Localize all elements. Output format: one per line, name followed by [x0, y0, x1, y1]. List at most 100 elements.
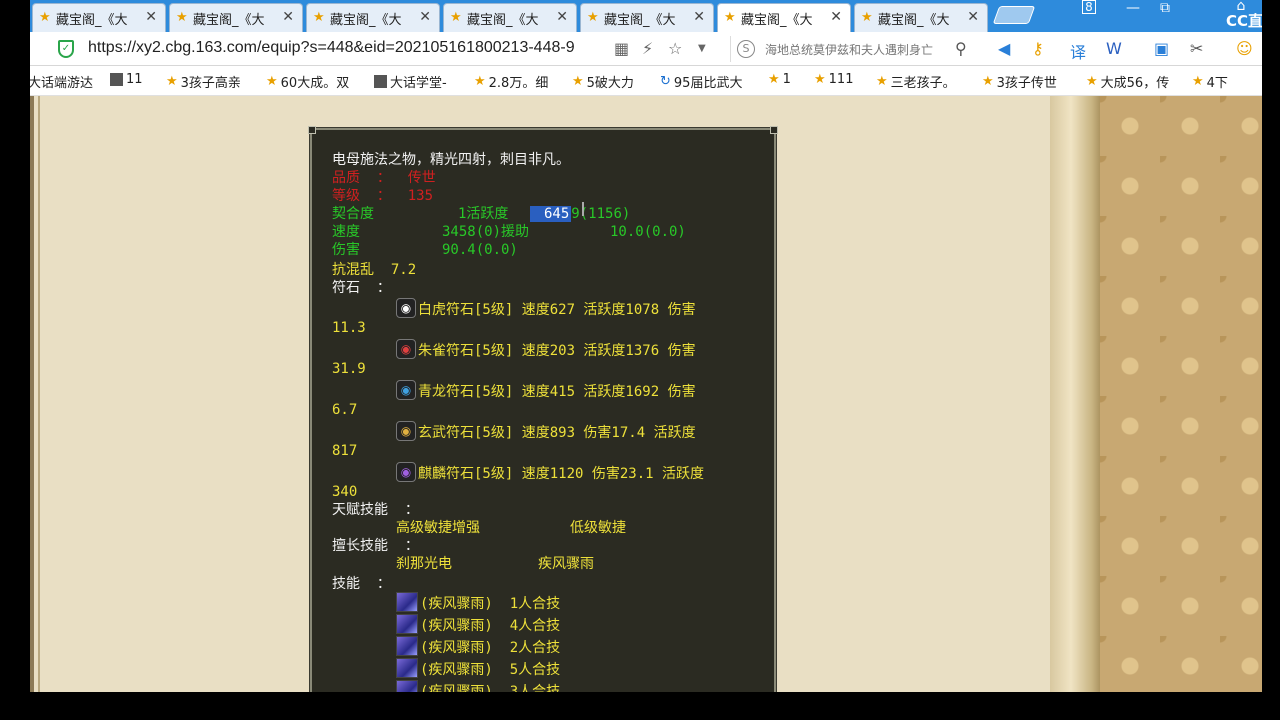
chick-favicon-icon: ★	[39, 10, 51, 25]
close-icon[interactable]: ✕	[693, 9, 705, 25]
scissors-icon[interactable]: ✂	[1190, 39, 1203, 58]
skill-icon[interactable]	[396, 658, 418, 678]
bookmark-item[interactable]: ★ 3孩子传世	[982, 72, 1057, 91]
minimize-button[interactable]: —	[1122, 0, 1144, 16]
bookmark-label: 3孩子高亲	[180, 76, 241, 91]
url-field[interactable]: https://xy2.cbg.163.com/equip?s=448&eid=…	[88, 39, 575, 57]
browser-tab[interactable]: ★ 藏宝阁_《大 ✕	[169, 3, 303, 32]
bookmark-item[interactable]: 大话端游达	[30, 72, 93, 91]
smiley-icon[interactable]: ☺	[1236, 39, 1253, 58]
talent-row: 天赋技能 ：	[332, 502, 419, 518]
browser-tab[interactable]: ★ 藏宝阁_《大 ✕	[306, 3, 440, 32]
close-icon[interactable]: ✕	[419, 9, 431, 25]
chick-icon: ★	[982, 74, 994, 89]
chick-favicon-icon: ★	[313, 10, 325, 25]
qr-code-icon[interactable]: ▦	[614, 39, 629, 58]
decorative-pattern	[1100, 96, 1262, 692]
skill-name: (疾风骤雨)	[420, 662, 493, 678]
panel-corner	[770, 126, 778, 134]
bookmark-item[interactable]: ★ 2.8万。细	[474, 72, 548, 91]
chick-icon: ★	[474, 74, 486, 89]
page-icon	[110, 73, 123, 86]
search-input[interactable]: 海地总统莫伊兹和夫人遇刺身亡	[765, 41, 945, 58]
skill-icon[interactable]	[396, 636, 418, 656]
lightning-icon[interactable]: ⚡	[642, 39, 653, 58]
restore-button[interactable]: ⧉	[1154, 0, 1176, 16]
skill-combo: 4人合技	[509, 618, 561, 634]
anti-chaos-value: 7.2	[390, 262, 417, 278]
vermilion-bird-rune-icon[interactable]: ◉	[396, 339, 416, 359]
bookmark-item[interactable]: 大话学堂-	[374, 72, 447, 91]
browser-tab-active[interactable]: ★ 藏宝阁_《大 ✕	[717, 3, 851, 32]
qilin-rune-icon[interactable]: ◉	[396, 462, 416, 482]
azure-dragon-rune-icon[interactable]: ◉	[396, 380, 416, 400]
skill-icon[interactable]	[396, 680, 418, 692]
chick-icon: ★	[572, 74, 584, 89]
activity-value[interactable]: 645 9(1156)	[530, 206, 630, 222]
browser-tab[interactable]: ★ 藏宝阁_《大 ✕	[32, 3, 166, 32]
rune-text-wrap: 817	[332, 443, 358, 459]
tab-label: 藏宝阁_《大	[330, 12, 402, 28]
close-icon[interactable]: ✕	[830, 9, 842, 25]
expert-label: 擅长技能	[332, 538, 388, 554]
bookmark-item[interactable]: ★ 1	[768, 72, 791, 87]
white-tiger-rune-icon[interactable]: ◉	[396, 298, 416, 318]
skill-icon[interactable]	[396, 614, 418, 634]
black-tortoise-rune-icon[interactable]: ◉	[396, 421, 416, 441]
search-box[interactable]: S 海地总统莫伊兹和夫人遇刺身亡 ⚲	[730, 36, 978, 62]
skill-icon[interactable]	[396, 592, 418, 612]
chick-icon: ★	[768, 72, 780, 87]
star-icon[interactable]: ☆	[668, 39, 682, 58]
chevron-down-icon[interactable]: ▼	[698, 43, 706, 54]
speed-value: 3458(0)援助	[442, 224, 530, 240]
tab-label: 藏宝阁_《大	[878, 12, 950, 28]
search-icon[interactable]: ⚲	[955, 39, 967, 58]
bookmark-item[interactable]: ★ 大成56，传	[1086, 72, 1169, 91]
menu-button[interactable]: 8	[1082, 0, 1096, 14]
rune-text: 青龙符石[5级] 速度415 活跃度1692 伤害	[418, 384, 696, 400]
screenshot-icon[interactable]: ▣	[1154, 39, 1169, 58]
skill-row: (疾风骤雨) 3人合技	[420, 684, 560, 692]
bookmark-label: 60大成。双	[280, 76, 350, 91]
anti-chaos-label: 抗混乱	[332, 262, 374, 278]
bookmark-item[interactable]: 11	[110, 72, 143, 87]
skill-name: (疾风骤雨)	[420, 618, 493, 634]
rune-text: 白虎符石[5级] 速度627 活跃度1078 伤害	[418, 302, 696, 318]
compat-value: 1活跃度	[458, 206, 509, 222]
back-arrow-icon[interactable]: ◀	[998, 39, 1010, 58]
browser-tab[interactable]: ★ 藏宝阁_《大 ✕	[443, 3, 577, 32]
close-icon[interactable]: ✕	[556, 9, 568, 25]
level-value: 135	[407, 188, 434, 204]
translate-icon[interactable]: 译	[1070, 39, 1086, 63]
search-engine-icon: S	[737, 40, 755, 58]
bookmark-item[interactable]: ★ 5破大力	[572, 72, 634, 91]
chick-icon: ★	[1192, 74, 1204, 89]
bookmark-item[interactable]: ↻ 95届比武大	[660, 72, 742, 91]
bookmark-item[interactable]: ★ 4下	[1192, 72, 1228, 91]
quality-label: 品质	[332, 170, 360, 186]
separator: ：	[376, 170, 391, 186]
close-icon[interactable]: ✕	[282, 9, 294, 25]
word-icon[interactable]: W	[1106, 39, 1122, 58]
rune-text-wrap: 6.7	[332, 402, 358, 418]
bookmark-item[interactable]: ★ 3孩子高亲	[166, 72, 241, 91]
skill-name: (疾风骤雨)	[420, 640, 493, 656]
tab-label: 藏宝阁_《大	[193, 12, 265, 28]
skill-row: (疾风骤雨) 1人合技	[420, 596, 560, 612]
bookmark-item[interactable]: ★ 三老孩子。	[876, 72, 956, 91]
chick-icon: ★	[814, 72, 826, 87]
bookmark-item[interactable]: ★ 111	[814, 72, 853, 87]
bookmark-label: 11	[126, 72, 143, 87]
stream-watermark: CC直播	[1226, 12, 1262, 30]
close-icon[interactable]: ✕	[145, 9, 157, 25]
bookmarks-bar: 大话端游达 11 ★ 3孩子高亲 ★ 60大成。双 大话学堂- ★ 2.8万。细 ★ 5…	[30, 66, 1262, 96]
rune-text: 麒麟符石[5级] 速度1120 伤害23.1 活跃度	[418, 466, 705, 482]
new-tab-button[interactable]	[992, 6, 1036, 24]
close-icon[interactable]: ✕	[967, 9, 979, 25]
browser-tab[interactable]: ★ 藏宝阁_《大 ✕	[854, 3, 988, 32]
bookmark-label: 大成56，传	[1100, 76, 1170, 91]
key-icon[interactable]: ⚷	[1032, 39, 1044, 58]
runes-label: 符石	[332, 280, 360, 296]
browser-tab[interactable]: ★ 藏宝阁_《大 ✕	[580, 3, 714, 32]
bookmark-item[interactable]: ★ 60大成。双	[266, 72, 349, 91]
